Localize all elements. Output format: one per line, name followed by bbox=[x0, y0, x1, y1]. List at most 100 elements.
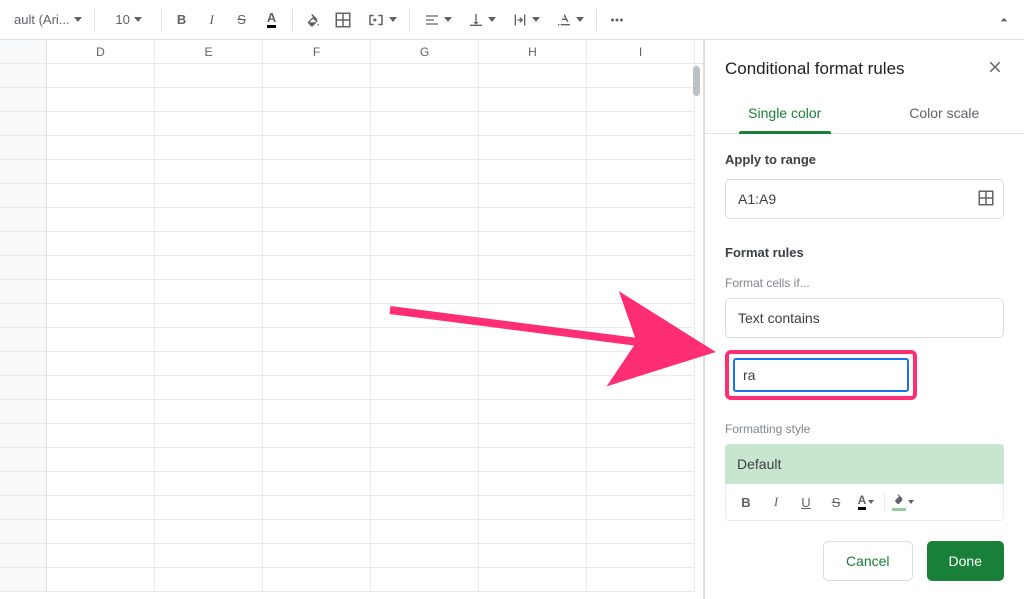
cell[interactable] bbox=[479, 256, 587, 280]
tab-color-scale[interactable]: Color scale bbox=[865, 93, 1024, 133]
row-header[interactable] bbox=[0, 184, 47, 208]
cell[interactable] bbox=[263, 208, 371, 232]
cell[interactable] bbox=[155, 232, 263, 256]
cell[interactable] bbox=[371, 64, 479, 88]
spreadsheet-grid[interactable]: D E F G H I bbox=[0, 40, 704, 599]
toolbar-more-button[interactable] bbox=[603, 6, 631, 34]
cell[interactable] bbox=[371, 400, 479, 424]
cell[interactable] bbox=[371, 256, 479, 280]
text-color-button[interactable]: A bbox=[258, 6, 286, 34]
cell[interactable] bbox=[371, 352, 479, 376]
text-wrap-button[interactable] bbox=[504, 6, 546, 34]
cell[interactable] bbox=[371, 424, 479, 448]
cell[interactable] bbox=[263, 136, 371, 160]
style-fill-color-button[interactable] bbox=[889, 488, 917, 516]
cell[interactable] bbox=[155, 448, 263, 472]
row-header[interactable] bbox=[0, 112, 47, 136]
cell[interactable] bbox=[371, 568, 479, 592]
cell[interactable] bbox=[587, 376, 695, 400]
cell[interactable] bbox=[155, 88, 263, 112]
cell[interactable] bbox=[47, 400, 155, 424]
cell[interactable] bbox=[47, 304, 155, 328]
cell[interactable] bbox=[479, 232, 587, 256]
cell[interactable] bbox=[587, 208, 695, 232]
cell[interactable] bbox=[371, 208, 479, 232]
row-header[interactable] bbox=[0, 472, 47, 496]
style-underline-button[interactable]: U bbox=[792, 488, 820, 516]
cell[interactable] bbox=[263, 184, 371, 208]
column-header[interactable]: G bbox=[371, 40, 479, 63]
cell[interactable] bbox=[371, 376, 479, 400]
cell[interactable] bbox=[371, 136, 479, 160]
cell[interactable] bbox=[47, 424, 155, 448]
cell[interactable] bbox=[479, 544, 587, 568]
merge-cells-button[interactable] bbox=[359, 6, 403, 34]
cell[interactable] bbox=[47, 544, 155, 568]
cell[interactable] bbox=[587, 544, 695, 568]
row-header[interactable] bbox=[0, 256, 47, 280]
vertical-scrollbar-thumb[interactable] bbox=[693, 66, 700, 96]
cell[interactable] bbox=[371, 280, 479, 304]
cell[interactable] bbox=[263, 64, 371, 88]
cell[interactable] bbox=[47, 280, 155, 304]
cell[interactable] bbox=[371, 184, 479, 208]
cell[interactable] bbox=[587, 280, 695, 304]
bold-button[interactable]: B bbox=[168, 6, 196, 34]
cell[interactable] bbox=[371, 472, 479, 496]
cell[interactable] bbox=[479, 424, 587, 448]
cell[interactable] bbox=[479, 136, 587, 160]
cell[interactable] bbox=[479, 568, 587, 592]
cell[interactable] bbox=[479, 88, 587, 112]
cell[interactable] bbox=[47, 64, 155, 88]
select-range-icon[interactable] bbox=[977, 189, 995, 210]
cell[interactable] bbox=[47, 136, 155, 160]
cell[interactable] bbox=[47, 232, 155, 256]
cell[interactable] bbox=[47, 160, 155, 184]
horizontal-align-button[interactable] bbox=[416, 6, 458, 34]
cell[interactable] bbox=[371, 328, 479, 352]
cell[interactable] bbox=[155, 544, 263, 568]
cell[interactable] bbox=[47, 112, 155, 136]
row-header[interactable] bbox=[0, 448, 47, 472]
cell[interactable] bbox=[587, 112, 695, 136]
cell[interactable] bbox=[47, 184, 155, 208]
cell[interactable] bbox=[479, 304, 587, 328]
row-header[interactable] bbox=[0, 544, 47, 568]
row-header[interactable] bbox=[0, 160, 47, 184]
close-button[interactable] bbox=[986, 58, 1004, 79]
cell[interactable] bbox=[479, 64, 587, 88]
fill-color-button[interactable] bbox=[299, 6, 327, 34]
cell[interactable] bbox=[263, 256, 371, 280]
cell[interactable] bbox=[587, 256, 695, 280]
cell[interactable] bbox=[479, 520, 587, 544]
cell[interactable] bbox=[587, 472, 695, 496]
cell[interactable] bbox=[479, 400, 587, 424]
cell[interactable] bbox=[155, 520, 263, 544]
cell[interactable] bbox=[479, 376, 587, 400]
cell[interactable] bbox=[263, 544, 371, 568]
cell[interactable] bbox=[479, 472, 587, 496]
cell[interactable] bbox=[479, 112, 587, 136]
done-button[interactable]: Done bbox=[927, 541, 1004, 581]
cell[interactable] bbox=[155, 304, 263, 328]
cell[interactable] bbox=[587, 160, 695, 184]
cell[interactable] bbox=[263, 424, 371, 448]
font-size-dropdown[interactable]: 10 bbox=[101, 6, 155, 34]
row-header[interactable] bbox=[0, 520, 47, 544]
cell[interactable] bbox=[155, 208, 263, 232]
cell[interactable] bbox=[371, 496, 479, 520]
row-header[interactable] bbox=[0, 208, 47, 232]
cell[interactable] bbox=[155, 496, 263, 520]
cell[interactable] bbox=[263, 400, 371, 424]
cell[interactable] bbox=[587, 304, 695, 328]
cell[interactable] bbox=[47, 472, 155, 496]
cell[interactable] bbox=[587, 184, 695, 208]
cell[interactable] bbox=[155, 256, 263, 280]
cell[interactable] bbox=[587, 64, 695, 88]
cell[interactable] bbox=[587, 448, 695, 472]
cell[interactable] bbox=[155, 184, 263, 208]
row-header[interactable] bbox=[0, 64, 47, 88]
cell[interactable] bbox=[263, 160, 371, 184]
style-preview[interactable]: Default bbox=[725, 444, 1004, 484]
select-all-corner[interactable] bbox=[0, 40, 47, 63]
